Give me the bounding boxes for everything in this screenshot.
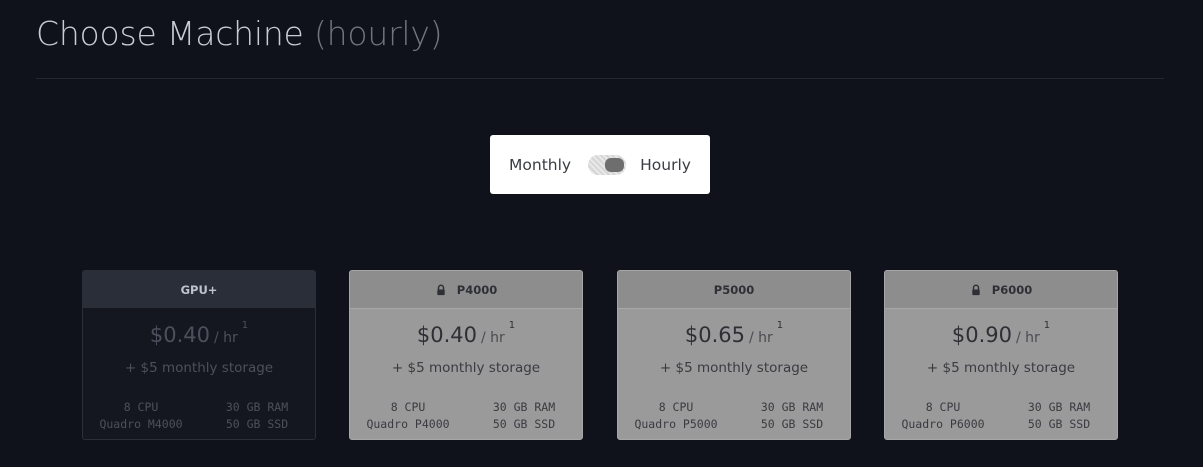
price-row: $0.90/ hr1 bbox=[885, 320, 1117, 347]
machine-specs: 8 CPU 30 GB RAM Quadro P4000 50 GB SSD bbox=[350, 399, 582, 432]
machine-name: GPU+ bbox=[180, 282, 218, 297]
spec-gpu: Quadro P4000 bbox=[366, 417, 450, 431]
spec-gpu: Quadro P5000 bbox=[634, 417, 718, 431]
billing-toggle-switch[interactable] bbox=[588, 154, 627, 175]
spec-ssd: 50 GB SSD bbox=[492, 417, 556, 431]
page-title-text: Choose Machine bbox=[36, 14, 304, 53]
billing-toggle-panel: Monthly Hourly bbox=[490, 135, 710, 194]
price-footnote: 1 bbox=[776, 320, 784, 331]
storage-note: + $5 monthly storage bbox=[391, 360, 541, 376]
spec-ram: 30 GB RAM bbox=[760, 400, 824, 414]
price-unit: / hr bbox=[748, 330, 773, 346]
machine-name: P5000 bbox=[713, 282, 755, 297]
header-divider bbox=[36, 78, 1164, 79]
price-footnote: 1 bbox=[1043, 320, 1051, 331]
page-title: Choose Machine (hourly) bbox=[36, 8, 443, 60]
spec-ram: 30 GB RAM bbox=[1027, 400, 1091, 414]
spec-ram: 30 GB RAM bbox=[492, 400, 556, 414]
storage-note: + $5 monthly storage bbox=[124, 360, 274, 376]
machine-card-p6000[interactable]: P6000 $0.90/ hr1 + $5 monthly storage 8 … bbox=[884, 270, 1118, 440]
spec-ssd: 50 GB SSD bbox=[760, 417, 824, 431]
machine-card-gpu-plus[interactable]: GPU+ $0.40/ hr1 + $5 monthly storage 8 C… bbox=[82, 270, 316, 440]
storage-note: + $5 monthly storage bbox=[659, 360, 809, 376]
machine-specs: 8 CPU 30 GB RAM Quadro P5000 50 GB SSD bbox=[618, 399, 850, 432]
machine-card-header: P6000 bbox=[885, 271, 1117, 309]
machine-price: $0.40 bbox=[149, 323, 210, 347]
lock-icon bbox=[437, 284, 445, 295]
machine-card-header: P4000 bbox=[350, 271, 582, 309]
machine-specs: 8 CPU 30 GB RAM Quadro M4000 50 GB SSD bbox=[83, 399, 315, 432]
price-row: $0.40/ hr1 bbox=[83, 320, 315, 347]
price-row: $0.40/ hr1 bbox=[350, 320, 582, 347]
machine-price: $0.90 bbox=[951, 323, 1012, 347]
spec-gpu: Quadro M4000 bbox=[99, 417, 183, 431]
machine-card-header: GPU+ bbox=[83, 271, 315, 308]
lock-icon bbox=[972, 284, 980, 295]
price-footnote: 1 bbox=[508, 320, 516, 331]
spec-cpu: 8 CPU bbox=[390, 400, 426, 414]
machine-name: P4000 bbox=[456, 282, 498, 297]
spec-ram: 30 GB RAM bbox=[225, 400, 289, 414]
machine-card-p4000[interactable]: P4000 $0.40/ hr1 + $5 monthly storage 8 … bbox=[349, 270, 583, 440]
machine-card-p5000[interactable]: P5000 $0.65/ hr1 + $5 monthly storage 8 … bbox=[617, 270, 851, 440]
spec-cpu: 8 CPU bbox=[123, 400, 159, 414]
storage-note: + $5 monthly storage bbox=[926, 360, 1076, 376]
machine-price: $0.40 bbox=[416, 323, 477, 347]
spec-cpu: 8 CPU bbox=[658, 400, 694, 414]
price-unit: / hr bbox=[213, 330, 238, 346]
price-footnote: 1 bbox=[241, 320, 249, 331]
toggle-knob bbox=[605, 157, 625, 172]
page-subtitle: (hourly) bbox=[313, 14, 443, 53]
monthly-label[interactable]: Monthly bbox=[509, 156, 571, 174]
spec-gpu: Quadro P6000 bbox=[901, 417, 985, 431]
spec-ssd: 50 GB SSD bbox=[225, 417, 289, 431]
machine-price: $0.65 bbox=[684, 323, 745, 347]
hourly-label[interactable]: Hourly bbox=[640, 156, 691, 174]
machine-card-header: P5000 bbox=[618, 271, 850, 309]
machine-name: P6000 bbox=[991, 282, 1033, 297]
price-unit: / hr bbox=[480, 330, 505, 346]
price-unit: / hr bbox=[1015, 330, 1040, 346]
spec-ssd: 50 GB SSD bbox=[1027, 417, 1091, 431]
price-row: $0.65/ hr1 bbox=[618, 320, 850, 347]
spec-cpu: 8 CPU bbox=[925, 400, 961, 414]
machine-specs: 8 CPU 30 GB RAM Quadro P6000 50 GB SSD bbox=[885, 399, 1117, 432]
